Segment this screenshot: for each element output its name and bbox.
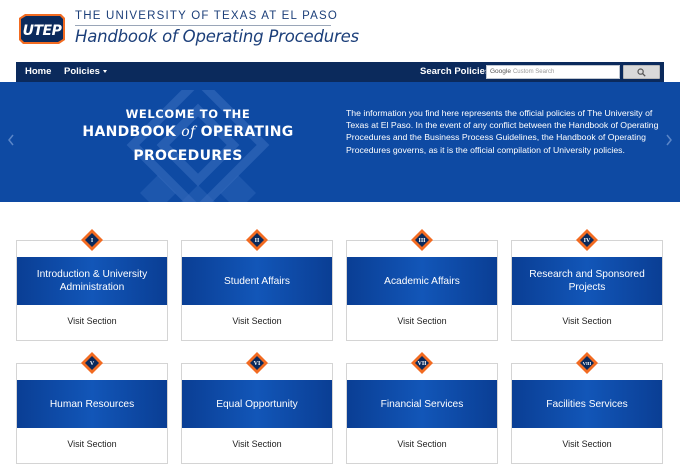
section-title[interactable]: Introduction & University Administration	[17, 257, 167, 305]
section-title[interactable]: Academic Affairs	[347, 257, 497, 305]
diamond-badge-icon: II	[246, 229, 268, 251]
hero-title-word-of: of	[181, 124, 196, 140]
section-card[interactable]: Financial Services Visit Section	[346, 363, 498, 464]
visit-section-link[interactable]: Visit Section	[512, 439, 662, 449]
section-title[interactable]: Financial Services	[347, 380, 497, 428]
section-numeral: V	[90, 361, 95, 367]
search-input[interactable]: Google Custom Search	[486, 65, 620, 79]
header-divider	[75, 25, 331, 26]
university-name: THE UNIVERSITY OF TEXAS AT EL PASO	[75, 10, 338, 22]
caret-down-icon	[102, 69, 107, 73]
nav-policies-label: Policies	[64, 66, 100, 77]
section-card[interactable]: Research and Sponsored Projects Visit Sec…	[511, 240, 663, 341]
svg-text:UTEP: UTEP	[23, 23, 63, 39]
section-numeral-badge: I	[81, 229, 103, 251]
section-card[interactable]: Human Resources Visit Section	[16, 363, 168, 464]
diamond-badge-icon: V	[81, 352, 103, 374]
section-numeral-badge: VI	[246, 352, 268, 374]
section-title[interactable]: Equal Opportunity	[182, 380, 332, 428]
section-title[interactable]: Student Affairs	[182, 257, 332, 305]
visit-section-link[interactable]: Visit Section	[512, 316, 662, 326]
section-numeral-badge: IV	[576, 229, 598, 251]
main-navbar: Home Policies Search Policies: Google Cus…	[16, 62, 664, 82]
search-label: Search Policies:	[420, 66, 494, 77]
carousel-next-icon[interactable]	[664, 132, 674, 148]
search-button[interactable]	[623, 65, 660, 79]
visit-section-link[interactable]: Visit Section	[17, 316, 167, 326]
hero-title-welcome: WELCOME TO THE	[125, 107, 251, 121]
carousel-prev-icon[interactable]	[6, 132, 16, 148]
site-title[interactable]: Handbook of Operating Procedures	[75, 27, 359, 46]
section-numeral-badge: III	[411, 229, 433, 251]
visit-section-link[interactable]: Visit Section	[17, 439, 167, 449]
hero-description: The information you find here represents…	[346, 108, 659, 155]
visit-section-link[interactable]: Visit Section	[347, 316, 497, 326]
section-numeral: II	[255, 238, 260, 244]
section-numeral: VI	[254, 361, 261, 367]
utep-logo[interactable]: UTEP	[17, 12, 67, 46]
diamond-badge-icon: VI	[246, 352, 268, 374]
site-header: UTEP THE UNIVERSITY OF TEXAS AT EL PASO …	[0, 0, 680, 62]
section-title[interactable]: Facilities Services	[512, 380, 662, 428]
hero-banner: WELCOME TO THE HANDBOOK of OPERATING PRO…	[0, 82, 680, 202]
section-title[interactable]: Human Resources	[17, 380, 167, 428]
section-title[interactable]: Research and Sponsored Projects	[512, 257, 662, 305]
section-numeral: VII	[417, 361, 427, 367]
search-icon	[637, 68, 646, 77]
section-card[interactable]: Equal Opportunity Visit Section	[181, 363, 333, 464]
section-numeral-badge: II	[246, 229, 268, 251]
visit-section-link[interactable]: Visit Section	[182, 316, 332, 326]
section-numeral-badge: VIII	[576, 352, 598, 374]
hero-title-procedures: PROCEDURES	[133, 148, 243, 164]
diamond-badge-icon: I	[81, 229, 103, 251]
visit-section-link[interactable]: Visit Section	[182, 439, 332, 449]
section-card[interactable]: Student Affairs Visit Section	[181, 240, 333, 341]
diamond-badge-icon: IV	[576, 229, 598, 251]
hero-title-handbook: HANDBOOK of OPERATING	[75, 124, 301, 140]
visit-section-link[interactable]: Visit Section	[347, 439, 497, 449]
section-numeral: VIII	[583, 361, 592, 366]
section-numeral: IV	[584, 238, 591, 244]
diamond-badge-icon: VIII	[576, 352, 598, 374]
section-card[interactable]: Academic Affairs Visit Section	[346, 240, 498, 341]
nav-policies-dropdown[interactable]: Policies	[64, 62, 107, 82]
section-numeral-badge: V	[81, 352, 103, 374]
diamond-badge-icon: VII	[411, 352, 433, 374]
google-brand: Google	[490, 68, 511, 75]
nav-home[interactable]: Home	[25, 62, 51, 82]
hero-title-word-operating: OPERATING	[200, 124, 294, 140]
diamond-badge-icon: III	[411, 229, 433, 251]
section-numeral-badge: VII	[411, 352, 433, 374]
search-placeholder: Custom Search	[512, 69, 555, 75]
hero-title-word-handbook: HANDBOOK	[82, 124, 177, 140]
section-numeral: III	[418, 238, 426, 244]
section-card[interactable]: Facilities Services Visit Section	[511, 363, 663, 464]
section-card[interactable]: Introduction & University Administration…	[16, 240, 168, 341]
